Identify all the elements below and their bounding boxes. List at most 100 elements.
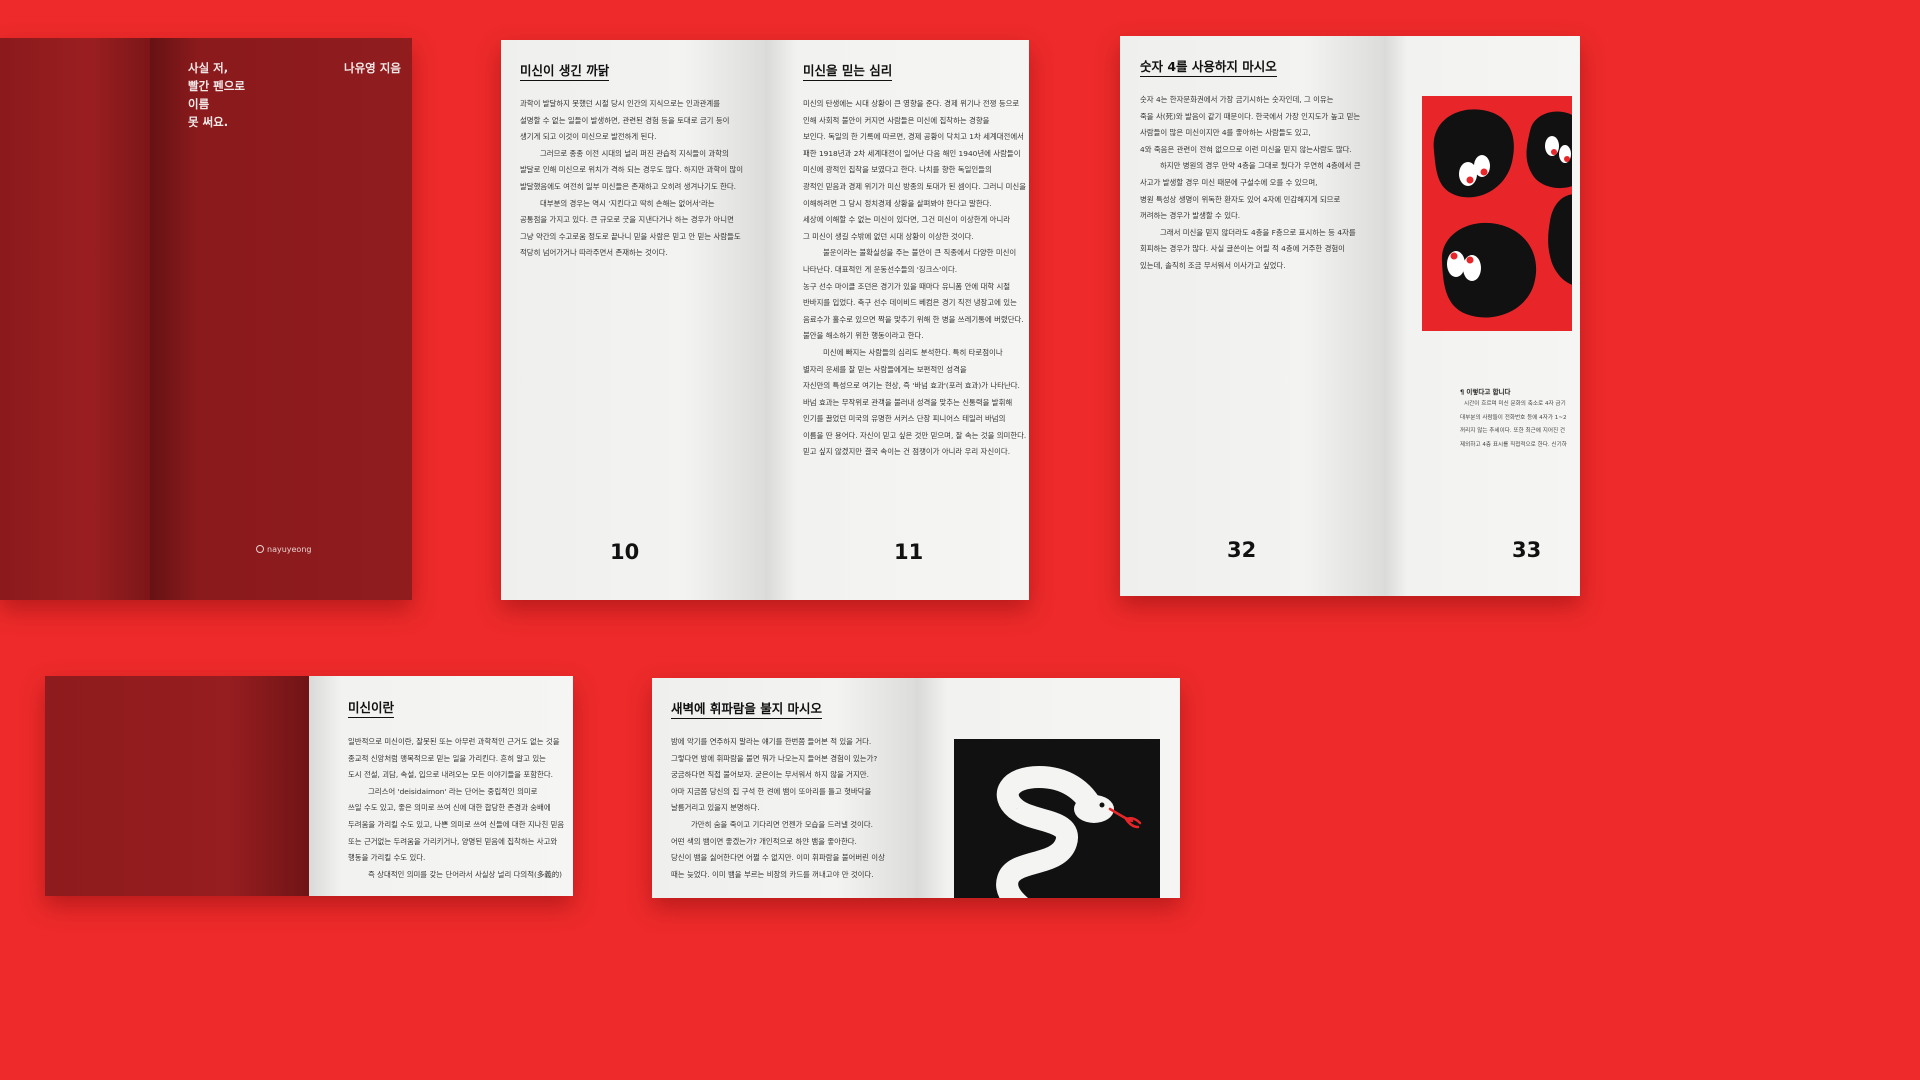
page-number: 32	[1227, 538, 1257, 562]
text-line: 있는데, 솔직히 조금 무서워서 이사가고 싶었다.	[1140, 260, 1286, 270]
text-line: 그리스어 'deisidaimon' 라는 단어는 중립적인 의미로	[368, 786, 538, 796]
body-text: 일반적으로 미신이란, 잘못된 또는 아무런 과학적인 근거도 없는 것을 종교…	[348, 734, 564, 883]
text-line: 불안을 해소하기 위한 행동이라고 한다.	[803, 331, 924, 341]
page-11: 미신을 믿는 심리 미신의 탄생에는 시대 상황이 큰 영향을 준다. 경제 위…	[765, 40, 1029, 600]
brand-logo-icon	[256, 545, 264, 553]
cover-title-line: 빨간 펜으로	[188, 79, 245, 93]
page-number: 10	[610, 540, 640, 564]
spread-bottom-right: 새벽에 휘파람을 불지 마시오 밤에 악기를 연주하지 말라는 얘기를 한번쯤 …	[652, 678, 1180, 898]
inside-cover	[45, 676, 309, 896]
body-text: 과학이 발달하지 못했던 시절 당시 인간의 지식으로는 인과관계를 설명할 수…	[520, 96, 743, 262]
text-line: 인기를 끌었던 미국의 유명한 서커스 단장 피니어스 테일러 바넘의	[803, 414, 1006, 424]
text-line: 사람들이 많은 미신이지만 4를 좋아하는 사람들도 있고,	[1140, 128, 1311, 138]
text-line: 믿고 싶지 않겠지만 결국 속이는 건 점쟁이가 아니라 우리 자신이다.	[803, 447, 1011, 457]
note-line: 제외하고 4층 표시를 직접적으로 한다. 신기하	[1460, 441, 1567, 448]
text-line: 두려움을 가리킬 수도 있고, 나쁜 의미로 쓰여 신들에 대한 지나친 믿음	[348, 819, 565, 829]
text-line: 패한 1918년과 2차 세계대전이 일어난 다음 해인 1940년에 사람들이	[803, 148, 1021, 158]
text-line: 그러므로 종종 이전 시대의 널리 퍼진 관습적 지식들이 과학의	[540, 148, 729, 158]
text-line: 발달로 인해 미신으로 위치가 격하 되는 경우도 많다. 하지만 과학이 많이	[520, 165, 744, 175]
cover-back	[0, 38, 150, 600]
eyes-illustration-svg	[1422, 96, 1572, 331]
page-title: 미신이란	[348, 697, 395, 718]
text-line: 아마 지금쯤 당신의 집 구석 한 켠에 뱀이 또아리를 틀고 혓바닥을	[671, 786, 872, 796]
page-whistle: 새벽에 휘파람을 불지 마시오 밤에 악기를 연주하지 말라는 얘기를 한번쯤 …	[652, 678, 916, 898]
text-line: 꺼려하는 경우가 발생할 수 있다.	[1140, 211, 1241, 221]
text-line: 4와 죽음은 관련이 전혀 없으므로 이런 미신을 믿지 않는사람도 많다.	[1140, 144, 1352, 154]
text-line: 죽을 사(死)와 발음이 같기 때문이다. 한국에서 가장 인지도가 높고 믿는	[1140, 111, 1361, 121]
spread-pages-10-11: 미신이 생긴 까닭 과학이 발달하지 못했던 시절 당시 인간의 지식으로는 인…	[501, 40, 1029, 600]
text-line: 공통점을 가지고 있다. 큰 규모로 굿을 지낸다거나 하는 경우가 아니면	[520, 215, 734, 225]
page-10: 미신이 생긴 까닭 과학이 발달하지 못했던 시절 당시 인간의 지식으로는 인…	[501, 40, 765, 600]
text-line: 반바지를 입었다. 축구 선수 데이비드 베컴은 경기 직전 냉장고에 있는	[803, 298, 1017, 308]
cover-title-line: 못 써요.	[188, 115, 229, 129]
body-text: 숫자 4는 한자문화권에서 가장 금기시하는 숫자인데, 그 이유는 죽을 사(…	[1140, 92, 1361, 275]
spread-bottom-left: 미신이란 일반적으로 미신이란, 잘못된 또는 아무런 과학적인 근거도 없는 …	[45, 676, 573, 896]
text-line: 자신만의 특성으로 여기는 현상, 즉 '바넘 효과'(포러 효과)가 나타난다…	[803, 381, 1020, 391]
text-line: 나타난다. 대표적인 게 운동선수들의 '징크스'이다.	[803, 264, 958, 274]
note-title: ¶ 이렇다고 합니다	[1460, 388, 1511, 396]
text-line: 보인다. 독일의 한 기록에 따르면, 경제 공황이 닥치고 1차 세계대전에서	[803, 132, 1024, 142]
note-line: 시간이 흐르며 미신 문화의 축소로 4자 금기	[1464, 401, 1566, 407]
page-title: 숫자 4를 사용하지 마시오	[1140, 56, 1277, 77]
text-line: 생기게 되고 이것이 미신으로 발전하게 된다.	[520, 132, 657, 142]
text-line: 어떤 색의 뱀이면 좋겠는가? 개인적으로 하얀 뱀을 좋아한다.	[671, 836, 857, 846]
cover-front: 사실 저, 빨간 펜으로 이름 못 써요. 나유영 지음 nayuyeong	[150, 38, 412, 600]
text-line: 숫자 4는 한자문화권에서 가장 금기시하는 숫자인데, 그 이유는	[1140, 95, 1334, 104]
text-line: 또는 근거없는 두려움을 가리키거나, 양명된 믿음에 집착하는 사고와	[348, 836, 558, 846]
page-number: 11	[894, 540, 924, 564]
text-line: 때는 늦었다. 이미 뱀을 부르는 비장의 카드를 꺼내고야 만 것이다.	[671, 869, 874, 879]
text-line: 농구 선수 마이클 조던은 경기가 있을 때마다 유니폼 안에 대학 시절	[803, 281, 1011, 291]
text-line: 회피하는 경우가 많다. 사실 글쓴이는 어릴 적 4층에 거주한 경험이	[1140, 244, 1345, 254]
text-line: 그래서 미신을 믿지 않더라도 4층을 F층으로 표시하는 등 4자를	[1160, 227, 1356, 237]
text-line: 그냥 약간의 수고로움 정도로 끝나니 믿을 사람은 믿고 안 믿는 사람들도	[520, 231, 741, 241]
body-text: 밤에 악기를 연주하지 말라는 얘기를 한번쯤 들어본 적 있을 거다. 그렇다…	[671, 734, 885, 883]
page-title: 미신을 믿는 심리	[803, 60, 893, 81]
text-line: 쓰일 수도 있고, 좋은 의미로 쓰여 신에 대한 합당한 존경과 숭배에	[348, 803, 551, 813]
text-line: 과학이 발달하지 못했던 시절 당시 인간의 지식으로는 인과관계를	[520, 99, 721, 108]
text-line: 당신이 뱀을 싫어한다면 어쩔 수 없지만. 이미 휘파람을 불어버린 이상	[671, 853, 885, 863]
text-line: 불운이라는 불확실성을 주는 불안이 큰 직종에서 다양한 미신이	[823, 248, 1017, 258]
cover-brand: nayuyeong	[256, 545, 311, 554]
page-33: ¶ 이렇다고 합니다 시간이 흐르며 미신 문화의 축소로 4자 금기 대부분의…	[1384, 36, 1580, 596]
text-line: 사고가 발생할 경우 미신 때문에 구설수에 오를 수 있으며,	[1140, 177, 1318, 187]
text-line: 발달했음에도 여전히 일부 미신들은 존재하고 오히려 생겨나기도 한다.	[520, 181, 736, 191]
text-line: 설명할 수 없는 일들이 발생하면, 관련된 경험 등을 토대로 금기 등이	[520, 115, 730, 125]
spread-pages-32-33: 숫자 4를 사용하지 마시오 숫자 4는 한자문화권에서 가장 금기시하는 숫자…	[1120, 36, 1580, 596]
text-line: 이해하려면 그 당시 정치경제 상황을 살펴봐야 한다고 말한다.	[803, 198, 992, 208]
note-line: 꺼리지 않는 추세이다. 또한 최근에 지어진 건	[1460, 428, 1566, 434]
text-line: 이름을 딴 용어다. 자신이 믿고 싶은 것만 믿으며, 잘 속는 것을 의미한…	[803, 430, 1027, 440]
snake-illustration-svg	[954, 739, 1160, 898]
text-line: 그 미신이 생길 수밖에 없던 시대 상황이 이상한 것이다.	[803, 231, 974, 241]
text-line: 대부분의 경우는 역시 '지킨다고 딱히 손해는 없어서'라는	[540, 198, 715, 208]
text-line: 인해 사회적 불안이 커지면 사람들은 미신에 집착하는 경향을	[803, 115, 990, 125]
page-title: 미신이 생긴 까닭	[520, 60, 610, 81]
cover-title-line: 이름	[188, 97, 210, 111]
text-line: 하지만 병원의 경우 만약 4층을 그대로 뒀다가 우연히 4층에서 큰	[1160, 161, 1361, 171]
text-line: 미신에 빠지는 사람들의 심리도 분석한다. 특히 타로점이나	[823, 347, 1003, 357]
text-line: 미신에 광적인 집착을 보였다고 한다. 나치를 향한 독일인들의	[803, 165, 992, 175]
text-line: 적당히 넘어가거나 따라주면서 존재하는 것이다.	[520, 248, 668, 258]
text-line: 병원 특성상 생명이 위독한 환자도 있어 4자에 민감해지게 되므로	[1140, 194, 1341, 204]
text-line: 궁금하다면 직접 불어보자. 굳은이는 무서워서 하지 않을 거지만.	[671, 770, 869, 780]
text-line: 세상에 이해할 수 없는 미신이 있다면, 그건 미신이 이상한게 아니라	[803, 215, 1011, 225]
cover-spread: 사실 저, 빨간 펜으로 이름 못 써요. 나유영 지음 nayuyeong	[0, 38, 412, 600]
note-text: 시간이 흐르며 미신 문화의 축소로 4자 금기 대부분의 사람들이 전화번호 …	[1460, 398, 1567, 452]
page-number: 33	[1512, 538, 1542, 562]
text-line: 종교적 신앙처럼 맹목적으로 믿는 일을 가리킨다. 흔히 알고 있는	[348, 753, 546, 763]
note-line: 대부분의 사람들이 전화번호 등에 4자가 1~2	[1460, 414, 1567, 421]
text-line: 행동을 가리킬 수도 있다.	[348, 853, 426, 863]
text-line: 음료수가 홀수로 있으면 짝을 맞추기 위해 한 병을 쓰레기통에 버렸단다.	[803, 314, 1024, 324]
text-line: 날름거리고 있을지 분명하다.	[671, 803, 760, 813]
page-title: 새벽에 휘파람을 불지 마시오	[671, 698, 823, 719]
page-intro: 미신이란 일반적으로 미신이란, 잘못된 또는 아무런 과학적인 근거도 없는 …	[309, 676, 573, 896]
brand-name: nayuyeong	[267, 545, 312, 554]
page-32: 숫자 4를 사용하지 마시오 숫자 4는 한자문화권에서 가장 금기시하는 숫자…	[1120, 36, 1384, 596]
body-text: 미신의 탄생에는 시대 상황이 큰 영향을 준다. 경제 위기나 전쟁 등으로 …	[803, 96, 1026, 461]
text-line: 별자리 운세를 잘 믿는 사람들에게는 보편적인 성격을	[803, 364, 967, 374]
text-line: 도시 전설, 괴담, 속설, 입으로 내려오는 모든 이야기들을 포함한다.	[348, 770, 553, 780]
text-line: 그렇다면 밤에 휘파람을 불면 뭐가 나오는지 들어본 경험이 있는가?	[671, 753, 878, 763]
cover-author: 나유영 지음	[344, 61, 401, 75]
text-line: 즉 상대적인 의미를 갖는 단어라서 사실상 널리 다의적(多義的)	[368, 869, 562, 879]
text-line: 광적인 믿음과 경제 위기가 미신 방종의 토대가 된 셈이다. 그러니 미신을	[803, 181, 1027, 191]
text-line: 일반적으로 미신이란, 잘못된 또는 아무런 과학적인 근거도 없는 것을	[348, 737, 560, 746]
